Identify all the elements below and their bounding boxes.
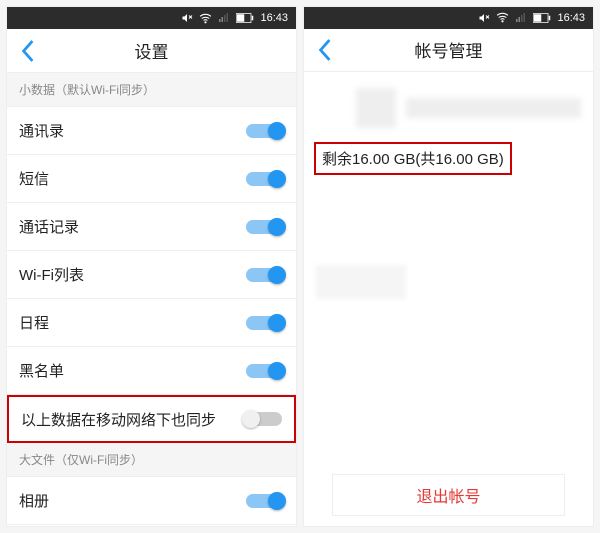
toggle-knob [268, 492, 286, 510]
row-label: 通讯录 [19, 120, 64, 141]
nav-bar: 设置 [7, 29, 296, 73]
settings-row: 便签 [7, 525, 296, 526]
toggle-knob [268, 122, 286, 140]
section-header-small: 小数据（默认Wi-Fi同步） [7, 73, 296, 107]
settings-row: 相册 [7, 477, 296, 525]
phone-left: 16:43 设置 小数据（默认Wi-Fi同步） 通讯录短信通话记录 Wi-Fi列表… [6, 6, 297, 527]
storage-usage: 剩余16.00 GB(共16.00 GB) [314, 142, 512, 175]
status-time: 16:43 [557, 12, 585, 24]
toggle-switch[interactable] [246, 124, 284, 138]
row-label: 黑名单 [19, 360, 64, 381]
phone-right: 16:43 帐号管理 剩余16.00 GB(共16.00 GB) 退出帐号 [303, 6, 594, 527]
toggle-switch[interactable] [246, 494, 284, 508]
settings-row: 黑名单 [7, 347, 296, 395]
account-info[interactable] [316, 82, 581, 142]
toggle-switch[interactable] [246, 172, 284, 186]
battery-icon [533, 13, 551, 23]
toggle-switch[interactable] [244, 412, 282, 426]
row-label: 以上数据在移动网络下也同步 [21, 409, 216, 430]
toggle-knob [268, 218, 286, 236]
status-bar: 16:43 [7, 7, 296, 29]
toggle-knob [268, 362, 286, 380]
signal-icon [515, 12, 527, 24]
wifi-icon [496, 11, 509, 24]
toggle-switch[interactable] [246, 364, 284, 378]
logout-button[interactable]: 退出帐号 [332, 474, 565, 516]
back-button[interactable] [310, 28, 340, 72]
signal-icon [218, 12, 230, 24]
battery-icon [236, 13, 254, 23]
volume-mute-icon [478, 12, 490, 24]
row-label: 短信 [19, 168, 49, 189]
settings-row: 日程 [7, 299, 296, 347]
row-label: 通话记录 [19, 216, 79, 237]
toggle-switch[interactable] [246, 268, 284, 282]
row-label: 相册 [19, 490, 49, 511]
row-label: Wi-Fi列表 [19, 264, 84, 285]
section-header-big: 大文件（仅Wi-Fi同步） [7, 443, 296, 477]
logout-label: 退出帐号 [416, 483, 480, 507]
account-content: 剩余16.00 GB(共16.00 GB) 退出帐号 [304, 72, 593, 526]
toggle-switch[interactable] [246, 316, 284, 330]
back-button[interactable] [13, 29, 43, 73]
blurred-block [316, 265, 406, 299]
status-bar: 16:43 [304, 7, 593, 29]
row-label: 日程 [19, 312, 49, 333]
settings-row: 以上数据在移动网络下也同步 [7, 395, 296, 443]
wifi-icon [199, 12, 212, 25]
toggle-knob [268, 314, 286, 332]
volume-mute-icon [181, 12, 193, 24]
toggle-knob [268, 266, 286, 284]
page-title: 设置 [7, 38, 296, 63]
nav-bar: 帐号管理 [304, 29, 593, 72]
toggle-knob [242, 410, 260, 428]
settings-row: 通讯录 [7, 107, 296, 155]
settings-content: 小数据（默认Wi-Fi同步） 通讯录短信通话记录 Wi-Fi列表日程黑名单以上数据… [7, 73, 296, 526]
status-time: 16:43 [260, 12, 288, 24]
toggle-knob [268, 170, 286, 188]
settings-row: Wi-Fi列表 [7, 251, 296, 299]
settings-row: 短信 [7, 155, 296, 203]
account-name-blurred [406, 98, 581, 118]
toggle-switch[interactable] [246, 220, 284, 234]
page-title: 帐号管理 [304, 37, 593, 62]
avatar [356, 88, 396, 128]
settings-row: 通话记录 [7, 203, 296, 251]
